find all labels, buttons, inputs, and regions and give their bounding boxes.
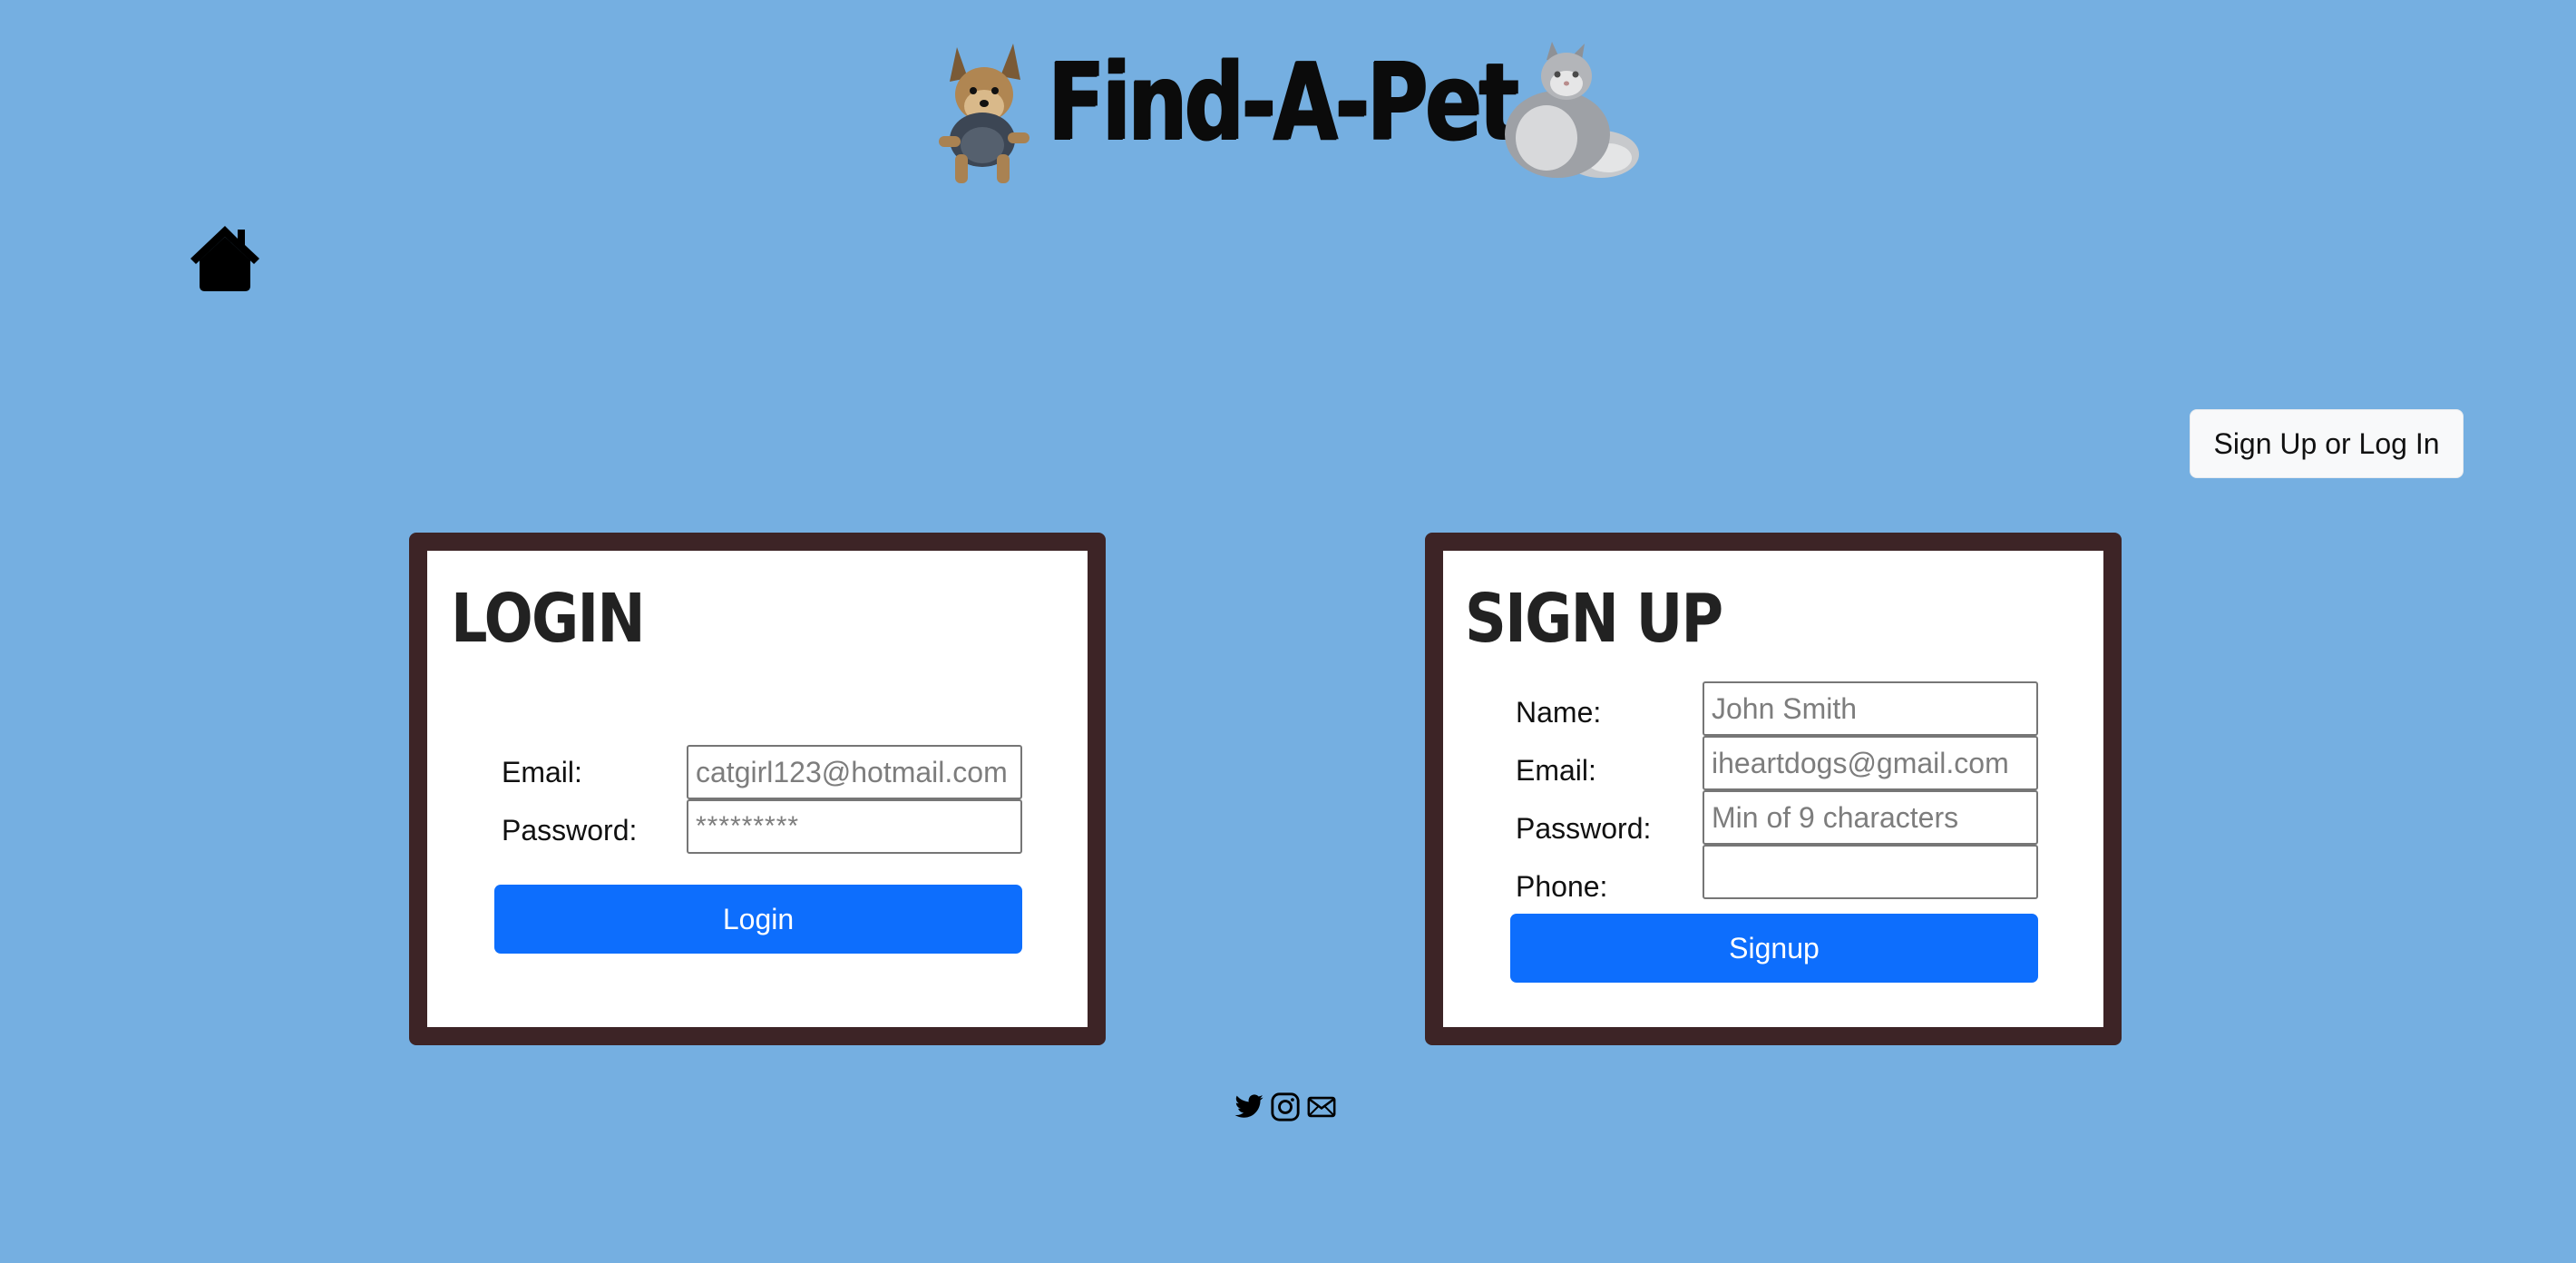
instagram-link[interactable] bbox=[1270, 1092, 1301, 1122]
site-title: Find-A-Pet bbox=[1048, 39, 1518, 164]
login-password-label: Password: bbox=[502, 814, 638, 847]
instagram-icon bbox=[1271, 1092, 1300, 1121]
social-links bbox=[1234, 1089, 1342, 1125]
cat-image bbox=[1505, 42, 1639, 178]
twitter-icon bbox=[1234, 1094, 1264, 1118]
signup-email-input[interactable] bbox=[1703, 736, 2038, 790]
signup-phone-input[interactable] bbox=[1703, 845, 2038, 899]
signup-card: SIGN UP Name: Email: Password: Phone: Si… bbox=[1425, 533, 2122, 1045]
signup-password-label: Password: bbox=[1516, 812, 1652, 845]
signup-name-label: Name: bbox=[1516, 696, 1602, 729]
login-card: LOGIN Email: Password: Login bbox=[409, 533, 1106, 1045]
login-email-label: Email: bbox=[502, 756, 582, 788]
email-link[interactable] bbox=[1306, 1092, 1337, 1122]
signup-password-input[interactable] bbox=[1703, 790, 2038, 845]
login-password-input[interactable] bbox=[687, 799, 1022, 854]
twitter-link[interactable] bbox=[1234, 1092, 1264, 1122]
envelope-icon bbox=[1307, 1096, 1336, 1118]
dog-image bbox=[939, 44, 1029, 183]
signup-name-input[interactable] bbox=[1703, 681, 2038, 736]
signup-or-login-button[interactable]: Sign Up or Log In bbox=[2190, 409, 2464, 478]
login-button[interactable]: Login bbox=[494, 885, 1022, 954]
login-heading: LOGIN bbox=[451, 580, 646, 658]
signup-heading: SIGN UP bbox=[1465, 580, 1723, 658]
signup-email-label: Email: bbox=[1516, 754, 1596, 787]
site-header: Find-A-Pet bbox=[0, 0, 2576, 195]
home-link[interactable] bbox=[189, 222, 261, 293]
signup-button[interactable]: Signup bbox=[1510, 914, 2038, 983]
signup-phone-label: Phone: bbox=[1516, 870, 1608, 903]
home-icon bbox=[190, 226, 259, 291]
login-email-input[interactable] bbox=[687, 745, 1022, 799]
